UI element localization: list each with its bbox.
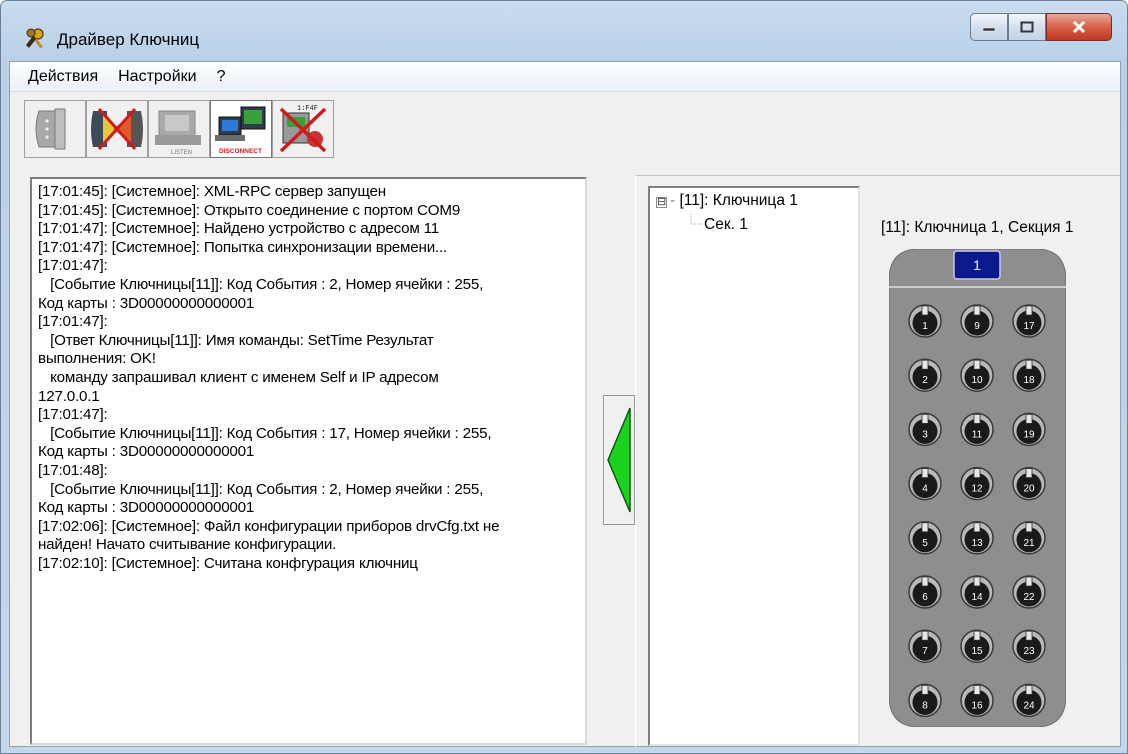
close-icon: [1072, 20, 1086, 34]
key-slot-number: 18: [1023, 375, 1035, 386]
key-slot[interactable]: 9: [960, 304, 994, 338]
key-slot-number: 14: [971, 592, 983, 603]
key-slot[interactable]: 14: [960, 575, 994, 609]
computer-disconnect-icon: DISCONNECT: [215, 106, 266, 155]
key-slot[interactable]: 17: [1012, 304, 1046, 338]
key-slot-number: 16: [971, 700, 983, 711]
key-slot-number: 11: [972, 429, 983, 440]
toolbar-listen-button[interactable]: LISTEN: [148, 100, 210, 158]
keys-app-icon: [26, 28, 44, 48]
key-slot[interactable]: 5: [908, 521, 942, 555]
key-slot[interactable]: 20: [1012, 466, 1046, 501]
key-slot-number: 9: [974, 321, 980, 332]
close-button[interactable]: [1046, 13, 1112, 41]
tree-root-node[interactable]: - [11]: Ключница 1: [670, 192, 798, 210]
section-badge-label: 1: [973, 257, 981, 273]
key-slot[interactable]: 11: [960, 412, 994, 447]
menu-help[interactable]: ?: [217, 68, 226, 86]
toolbar: LISTEN DISCONNECT 1:F4F: [24, 100, 334, 158]
minimize-icon: [982, 27, 996, 32]
app-window: Драйвер Ключниц Действия Настройки ? LIS…: [0, 0, 1128, 754]
caption-buttons: [970, 13, 1112, 41]
key-slot-number: 1: [922, 321, 928, 332]
key-slot[interactable]: 1: [908, 304, 942, 338]
minimize-button[interactable]: [970, 13, 1008, 41]
key-slot[interactable]: 2: [908, 358, 942, 392]
key-slot-number: 3: [922, 429, 928, 440]
key-slot[interactable]: 16: [960, 683, 994, 718]
menu-actions[interactable]: Действия: [28, 68, 98, 86]
tree-root-label: [11]: Ключница 1: [679, 192, 798, 209]
key-slot[interactable]: 10: [960, 358, 994, 392]
device-config-disabled-icon: 1:F4F: [279, 105, 327, 153]
collapse-panel-button[interactable]: [603, 395, 635, 525]
key-slot-number: 5: [922, 538, 928, 549]
window-title: Драйвер Ключниц: [57, 30, 200, 49]
server-listen-icon: LISTEN: [155, 110, 201, 156]
tree-expander[interactable]: ⊟: [656, 197, 667, 208]
key-slot-number: 15: [971, 646, 983, 657]
key-slot-number: 8: [922, 700, 928, 711]
key-slot-number: 22: [1023, 592, 1035, 603]
key-slot-number: 21: [1023, 538, 1035, 549]
tree-child-node[interactable]: Сек. 1: [704, 216, 748, 234]
svg-text:1:F4F: 1:F4F: [297, 105, 318, 113]
key-slot-number: 17: [1023, 321, 1035, 332]
key-slot[interactable]: 18: [1012, 358, 1046, 392]
event-log[interactable]: [17:01:45]: [Системное]: XML-RPC сервер …: [30, 177, 587, 745]
toolbar-comport-button[interactable]: [24, 100, 86, 158]
key-slot-number: 10: [971, 375, 983, 386]
key-slot[interactable]: 3: [908, 412, 942, 447]
key-cabinet-diagram: 1 1 9 172 10 183 11 194 12 205 13 216 14 227 15 238 16 2…: [889, 249, 1066, 727]
key-slot-number: 4: [922, 484, 928, 495]
key-slot[interactable]: 4: [908, 466, 942, 501]
tree-branch-line: [690, 214, 702, 225]
key-slot-number: 7: [922, 646, 928, 657]
maximize-button[interactable]: [1008, 13, 1046, 41]
key-slot-number: 12: [971, 484, 983, 495]
client-area: Действия Настройки ? LISTEN DISCONNECT 1…: [9, 61, 1121, 747]
key-slot[interactable]: 23: [1012, 629, 1046, 663]
comport-disabled-icon: [35, 108, 66, 150]
key-slot[interactable]: 21: [1012, 521, 1046, 555]
menu-bar: Действия Настройки ?: [10, 62, 1120, 92]
key-slot[interactable]: 15: [960, 629, 994, 663]
key-slot[interactable]: 19: [1012, 412, 1046, 447]
key-slot[interactable]: 6: [908, 575, 942, 609]
cabinet-title: [11]: Ключница 1, Секция 1: [881, 219, 1074, 236]
key-slot-number: 23: [1023, 646, 1035, 657]
toolbar-disconnect-port-button[interactable]: [86, 100, 148, 158]
svg-text:DISCONNECT: DISCONNECT: [219, 148, 262, 155]
key-slot[interactable]: 7: [908, 629, 942, 663]
svg-text:LISTEN: LISTEN: [171, 150, 192, 156]
key-slot-number: 24: [1023, 700, 1035, 711]
title-bar[interactable]: Драйвер Ключниц: [1, 1, 1127, 61]
key-slot[interactable]: 8: [908, 683, 942, 718]
key-slot[interactable]: 12: [960, 466, 994, 501]
toolbar-config-button[interactable]: 1:F4F: [272, 100, 334, 158]
key-slot[interactable]: 24: [1012, 683, 1046, 718]
device-tree[interactable]: ⊟ - [11]: Ключница 1 Сек. 1: [648, 186, 860, 746]
key-slot[interactable]: 13: [960, 521, 994, 555]
toolbar-disconnect-button[interactable]: DISCONNECT: [210, 100, 272, 158]
comport-disconnect-icon: [91, 107, 143, 151]
device-panel: ⊟ - [11]: Ключница 1 Сек. 1 [11]: Ключни…: [635, 175, 1120, 747]
key-slot-number: 20: [1023, 484, 1035, 495]
green-left-arrow-icon: [607, 407, 631, 513]
key-slot-number: 13: [971, 538, 983, 549]
key-slot-number: 19: [1023, 429, 1035, 440]
key-slot[interactable]: 22: [1012, 575, 1046, 609]
maximize-icon: [1020, 21, 1034, 33]
menu-settings[interactable]: Настройки: [118, 68, 196, 86]
key-slot-number: 6: [922, 592, 928, 603]
key-slot-number: 2: [922, 375, 928, 386]
